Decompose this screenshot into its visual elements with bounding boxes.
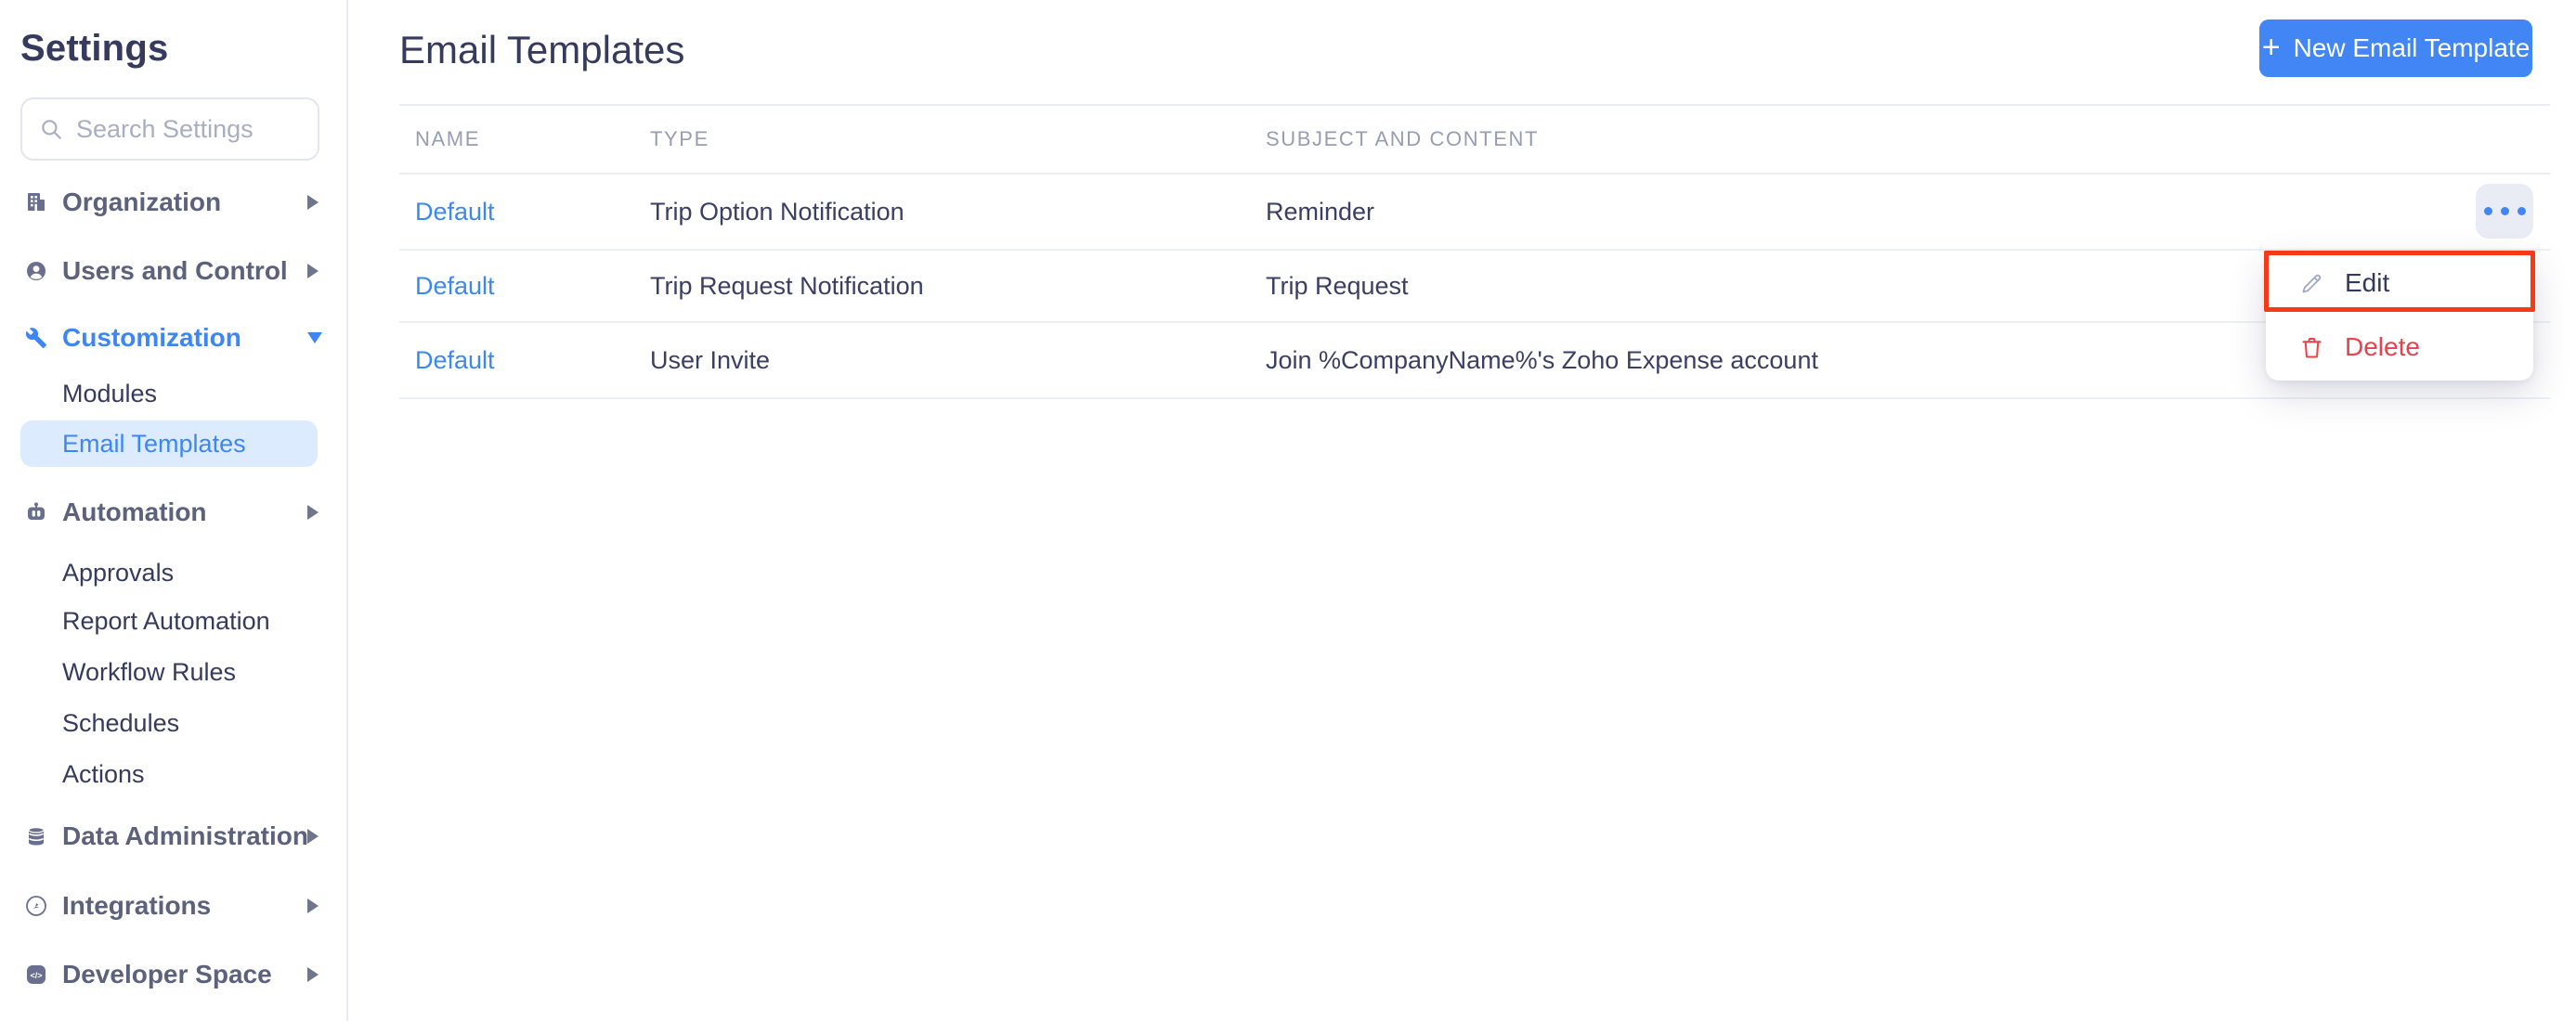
template-subject: Reminder [1266, 197, 1375, 226]
sidebar-title: Settings [20, 28, 169, 69]
row-actions-menu: Edit Delete [2266, 252, 2533, 381]
chevron-right-icon [307, 829, 319, 844]
sidebar-item-label: Organization [62, 187, 222, 216]
sidebar-item-label: Data Administration [62, 821, 308, 850]
email-templates-table: NAME TYPE SUBJECT AND CONTENT Default Tr… [399, 104, 2550, 399]
sidebar-item-approvals[interactable]: Approvals [0, 549, 348, 596]
new-email-template-button[interactable]: + New Email Template [2259, 19, 2532, 77]
page-title: Email Templates [399, 28, 685, 71]
sidebar-item-modules[interactable]: Modules [0, 370, 348, 417]
search-icon [42, 120, 61, 139]
sidebar-item-label: Workflow Rules [62, 657, 237, 686]
table-header: NAME TYPE SUBJECT AND CONTENT [399, 106, 2550, 174]
menu-item-edit[interactable]: Edit [2266, 252, 2533, 314]
sidebar-item-workflow-rules[interactable]: Workflow Rules [0, 649, 348, 695]
row-actions-button[interactable] [2476, 184, 2533, 239]
delete-label: Delete [2345, 332, 2420, 361]
sidebar-item-label: Modules [62, 379, 158, 407]
trash-icon [2302, 337, 2322, 358]
dot-icon [2517, 207, 2526, 215]
sidebar-item-report-automation[interactable]: Report Automation [0, 598, 348, 644]
sidebar-item-label: Customization [62, 323, 241, 352]
sidebar-item-label: Schedules [62, 708, 180, 737]
svg-text:</>: </> [30, 971, 42, 980]
sidebar-item-organization[interactable]: Organization [0, 179, 348, 226]
edit-label: Edit [2345, 268, 2390, 297]
search-settings-box[interactable] [20, 97, 319, 161]
chevron-right-icon [307, 505, 319, 520]
dot-icon [2483, 207, 2492, 215]
wrench-icon [25, 327, 47, 349]
sidebar-item-schedules[interactable]: Schedules [0, 700, 348, 746]
sidebar-item-automation[interactable]: Automation [0, 489, 348, 536]
column-header-type: TYPE [650, 127, 709, 150]
template-type: Trip Option Notification [650, 197, 904, 226]
database-icon [25, 825, 47, 847]
menu-item-delete[interactable]: Delete [2266, 314, 2533, 381]
sidebar-item-email-templates[interactable]: Email Templates [20, 420, 318, 467]
dot-icon [2500, 207, 2509, 215]
sidebar-item-label: Users and Control [62, 256, 288, 285]
column-header-subject: SUBJECT AND CONTENT [1266, 127, 1540, 150]
plus-icon: + [2261, 29, 2281, 65]
sidebar-item-users-and-control[interactable]: Users and Control [0, 248, 348, 294]
template-type: User Invite [650, 345, 771, 374]
pencil-icon [2302, 274, 2322, 292]
table-row[interactable]: Default Trip Request Notification Trip R… [399, 251, 2550, 323]
sidebar-item-label: Approvals [62, 558, 175, 587]
sidebar-item-label: Actions [62, 759, 145, 788]
sidebar-item-label: Automation [62, 498, 207, 526]
chevron-right-icon [307, 898, 319, 913]
zoho-expense-settings-page: Settings Organization Users and Control [0, 0, 2576, 1021]
template-name-link[interactable]: Default [415, 272, 650, 301]
sidebar-item-data-administration[interactable]: Data Administration [0, 813, 348, 859]
building-icon [25, 191, 47, 213]
search-settings-input[interactable] [76, 114, 290, 144]
template-name-link[interactable]: Default [415, 346, 650, 375]
sidebar-item-customization[interactable]: Customization [0, 315, 348, 361]
sidebar-item-integrations[interactable]: Integrations [0, 883, 348, 929]
integrations-icon [25, 895, 47, 917]
column-header-name: NAME [415, 127, 480, 150]
sidebar-item-developer-space[interactable]: </> Developer Space [0, 951, 348, 998]
robot-icon [25, 501, 47, 523]
chevron-right-icon [307, 264, 319, 278]
template-type: Trip Request Notification [650, 271, 924, 300]
template-name-link[interactable]: Default [415, 198, 650, 226]
sidebar-item-label: Report Automation [62, 606, 270, 635]
chevron-right-icon [307, 967, 319, 982]
sidebar-item-label: Email Templates [62, 429, 246, 458]
chevron-down-icon [307, 332, 322, 343]
sidebar-item-label: Developer Space [62, 960, 272, 989]
table-row[interactable]: Default User Invite Join %CompanyName%'s… [399, 323, 2550, 399]
settings-sidebar: Settings Organization Users and Control [0, 0, 348, 1021]
code-icon: </> [25, 963, 47, 986]
chevron-right-icon [307, 195, 319, 210]
user-icon [25, 260, 47, 282]
sidebar-item-label: Integrations [62, 891, 212, 920]
sidebar-item-actions[interactable]: Actions [0, 751, 348, 797]
table-row[interactable]: Default Trip Option Notification Reminde… [399, 174, 2550, 251]
new-email-template-label: New Email Template [2293, 33, 2530, 62]
